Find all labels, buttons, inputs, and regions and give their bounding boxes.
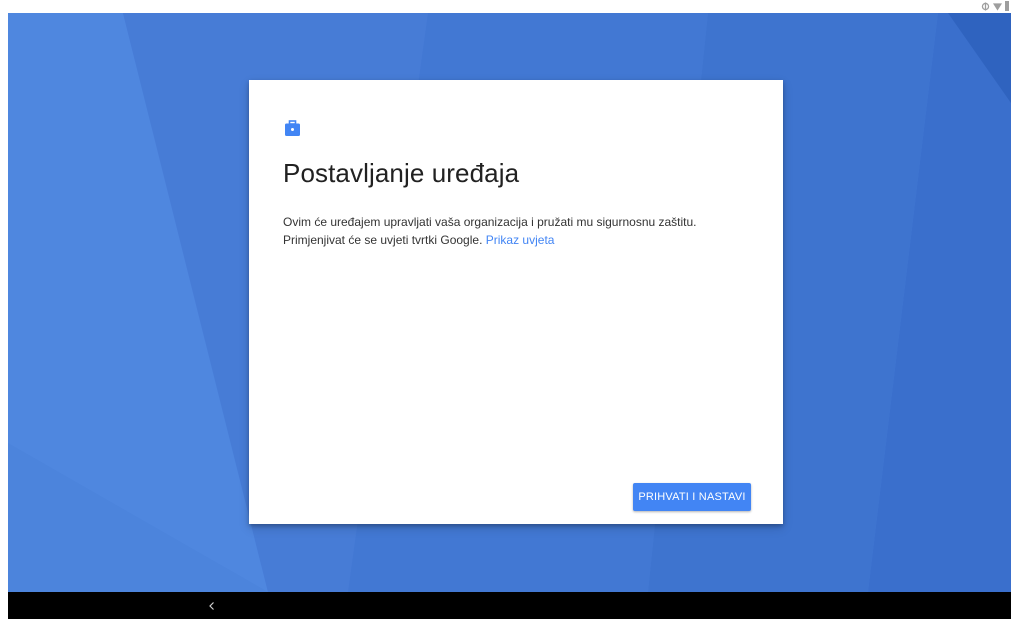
page-title: Postavljanje uređaja: [283, 158, 520, 188]
setup-card: Postavljanje uređaja Ovim će uređajem up…: [249, 80, 783, 524]
briefcase-icon: [284, 120, 301, 137]
back-icon[interactable]: [204, 598, 220, 614]
status-icons: [981, 0, 1009, 13]
view-terms-link[interactable]: Prikaz uvjeta: [486, 233, 555, 247]
description-line-1: Ovim će uređajem upravljati vaša organiz…: [283, 215, 697, 229]
status-bar: [0, 0, 1011, 13]
accept-and-continue-button[interactable]: PRIHVATI I NASTAVI: [633, 483, 751, 511]
terms-notice: Primjenjivat će se uvjeti tvrtki Google.: [283, 233, 486, 247]
device-screen: Postavljanje uređaja Ovim će uređajem up…: [0, 0, 1011, 619]
description-line-2: Primjenjivat će se uvjeti tvrtki Google.…: [283, 231, 763, 249]
navigation-bar: [8, 592, 1011, 619]
description: Ovim će uređajem upravljati vaša organiz…: [283, 213, 763, 249]
